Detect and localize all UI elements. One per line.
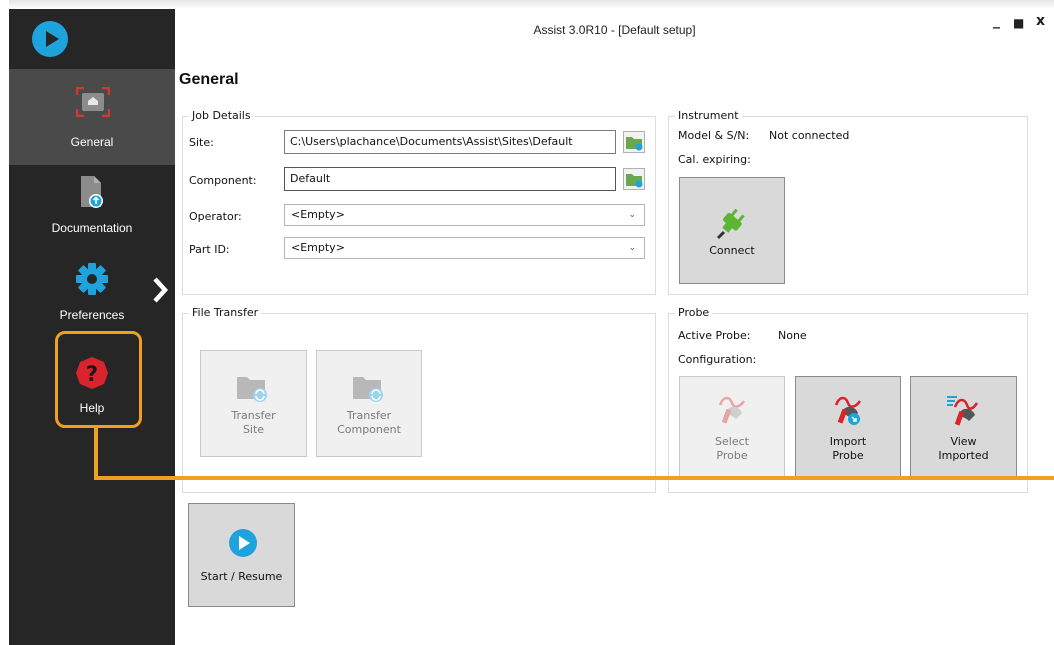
view-imported-icon [947,396,979,426]
transfer-site-label-1: Transfer [231,409,276,422]
page-title: General [179,71,239,88]
model-value: Not connected [769,129,850,142]
component-field[interactable]: Default [284,167,616,191]
maximize-button[interactable]: ■ [1013,16,1024,30]
sidebar-item-label: Documentation [51,221,133,235]
minimize-button[interactable]: _ [993,13,1000,29]
group-title: File Transfer [189,306,262,319]
title-bar: Assist 3.0R10 - [Default setup] _ ■ x [175,9,1054,55]
chevron-down-icon: ⌄ [628,210,636,220]
operator-value: <Empty> [291,208,345,221]
sidebar-item-help[interactable]: ? Help [9,337,175,427]
connect-label: Connect [709,244,755,257]
transfer-component-button[interactable]: Transfer Component [316,350,422,457]
transfer-component-label-1: Transfer [346,409,392,422]
transfer-site-label-2: Site [242,423,265,436]
folder-icon [626,137,643,151]
plug-icon [716,208,745,240]
folder-icon [626,174,643,188]
import-probe-icon [834,396,862,425]
sidebar-item-label: General [70,135,114,149]
group-title: Instrument [675,109,742,122]
active-probe-label: Active Probe: [678,329,751,342]
connect-button[interactable]: Connect [679,177,785,284]
close-button[interactable]: x [1036,13,1045,29]
start-resume-button[interactable]: Start / Resume [188,503,295,607]
window-top-edge [9,0,1054,9]
home-icon [75,86,111,118]
sidebar-item-general[interactable]: General [9,69,175,165]
import-probe-button[interactable]: Import Probe [795,376,901,478]
sidebar: General Documentation Preferences ? Help [9,9,175,645]
folder-transfer-icon [237,377,267,402]
view-imported-label-2: Imported [938,449,989,462]
cal-expiring-label: Cal. expiring: [678,153,751,166]
svg-text:?: ? [86,362,98,386]
group-title: Job Details [189,109,254,122]
sidebar-item-documentation[interactable]: Documentation [9,165,175,257]
operator-label: Operator: [189,210,242,223]
active-probe-value: None [778,329,807,342]
play-icon [229,529,257,557]
operator-select[interactable]: <Empty> ⌄ [284,204,645,226]
site-label: Site: [189,136,214,149]
select-probe-button[interactable]: Select Probe [679,376,785,478]
browse-site-button[interactable] [623,131,645,153]
sidebar-item-label: Help [79,401,105,415]
chevron-right-icon[interactable] [149,275,173,305]
window-title: Assist 3.0R10 - [Default setup] [533,23,696,37]
configuration-label: Configuration: [678,353,757,366]
select-probe-label-2: Probe [716,449,748,462]
sidebar-item-label: Preferences [59,308,125,322]
select-probe-label-1: Select [715,435,749,448]
import-probe-label-1: Import [829,435,867,448]
partid-value: <Empty> [291,241,345,254]
probe-icon [718,396,746,424]
folder-transfer-icon [353,377,383,402]
partid-select[interactable]: <Empty> ⌄ [284,237,645,259]
group-title: Probe [675,306,713,319]
model-label: Model & S/N: [678,129,750,142]
assist-logo-icon [32,21,68,57]
transfer-site-button[interactable]: Transfer Site [200,350,307,457]
partid-label: Part ID: [189,243,230,256]
start-resume-label: Start / Resume [200,570,283,583]
document-icon [79,175,105,209]
help-icon: ? [75,356,109,390]
component-label: Component: [189,174,257,187]
transfer-component-label-2: Component [337,423,401,436]
chevron-down-icon: ⌄ [628,243,636,253]
view-imported-label-1: View [950,435,977,448]
view-imported-button[interactable]: View Imported [910,376,1017,478]
site-field[interactable]: C:\Users\plachance\Documents\Assist\Site… [284,130,616,154]
import-probe-label-2: Probe [832,449,864,462]
gear-icon [75,262,109,296]
browse-component-button[interactable] [623,168,645,190]
